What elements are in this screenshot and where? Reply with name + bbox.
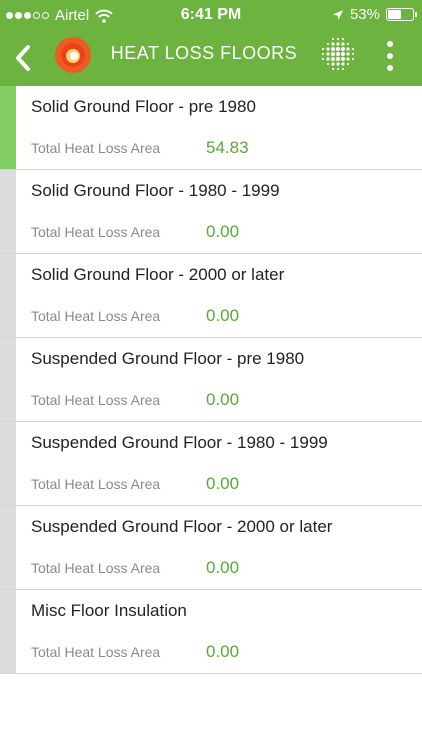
floor-type-name: Suspended Ground Floor - 1980 - 1999 — [31, 433, 328, 452]
total-heat-loss-area-label: Total Heat Loss Area — [31, 308, 161, 324]
row-indicator — [0, 170, 16, 253]
total-heat-loss-area-value: 0.00 — [206, 222, 240, 241]
row-indicator — [0, 254, 16, 337]
floor-list: Solid Ground Floor - pre 1980 Total Heat … — [0, 86, 422, 674]
battery-icon — [386, 8, 417, 21]
app-bar: Airtel 6:41 PM 53% HEAT LOSS FLOORS — [0, 0, 422, 86]
floor-type-name: Suspended Ground Floor - pre 1980 — [31, 349, 305, 368]
total-heat-loss-area-label: Total Heat Loss Area — [31, 140, 161, 156]
more-options-button[interactable] — [380, 36, 400, 76]
total-heat-loss-area-label: Total Heat Loss Area — [31, 476, 161, 492]
floor-list-item[interactable]: Solid Ground Floor - 1980 - 1999 Total He… — [0, 170, 422, 254]
floor-type-name: Solid Ground Floor - 1980 - 1999 — [31, 181, 280, 200]
total-heat-loss-area-value: 54.83 — [206, 138, 249, 157]
floor-list-item[interactable]: Solid Ground Floor - 2000 or later Total … — [0, 254, 422, 338]
more-vertical-icon — [387, 41, 393, 47]
total-heat-loss-area-label: Total Heat Loss Area — [31, 392, 161, 408]
location-arrow-icon — [332, 9, 343, 20]
navigation-bar: HEAT LOSS FLOORS — [0, 30, 422, 86]
status-bar: Airtel 6:41 PM 53% — [0, 0, 422, 30]
floor-list-item[interactable]: Solid Ground Floor - pre 1980 Total Heat … — [0, 86, 422, 170]
total-heat-loss-area-label: Total Heat Loss Area — [31, 560, 161, 576]
row-indicator — [0, 590, 16, 673]
total-heat-loss-area-value: 0.00 — [206, 474, 240, 493]
total-heat-loss-area-value: 0.00 — [206, 642, 240, 661]
total-heat-loss-area-label: Total Heat Loss Area — [31, 644, 161, 660]
total-heat-loss-area-value: 0.00 — [206, 558, 240, 577]
row-indicator — [0, 86, 16, 169]
floor-list-item[interactable]: Suspended Ground Floor - pre 1980 Total H… — [0, 338, 422, 422]
floor-type-name: Suspended Ground Floor - 2000 or later — [31, 517, 333, 536]
total-heat-loss-area-value: 0.00 — [206, 390, 240, 409]
row-indicator — [0, 338, 16, 421]
floor-list-item[interactable]: Misc Floor Insulation Total Heat Loss Are… — [0, 590, 422, 674]
floor-type-name: Solid Ground Floor - pre 1980 — [31, 97, 256, 116]
dot-grid-icon[interactable] — [318, 34, 358, 74]
total-heat-loss-area-label: Total Heat Loss Area — [31, 224, 161, 240]
battery-percent: 53% — [349, 6, 380, 23]
row-indicator — [0, 506, 16, 589]
total-heat-loss-area-value: 0.00 — [206, 306, 240, 325]
floor-list-item[interactable]: Suspended Ground Floor - 1980 - 1999 Tota… — [0, 422, 422, 506]
status-right: 53% — [332, 6, 417, 23]
row-indicator — [0, 422, 16, 505]
floor-list-item[interactable]: Suspended Ground Floor - 2000 or later To… — [0, 506, 422, 590]
floor-type-name: Misc Floor Insulation — [31, 601, 187, 620]
floor-type-name: Solid Ground Floor - 2000 or later — [31, 265, 285, 284]
